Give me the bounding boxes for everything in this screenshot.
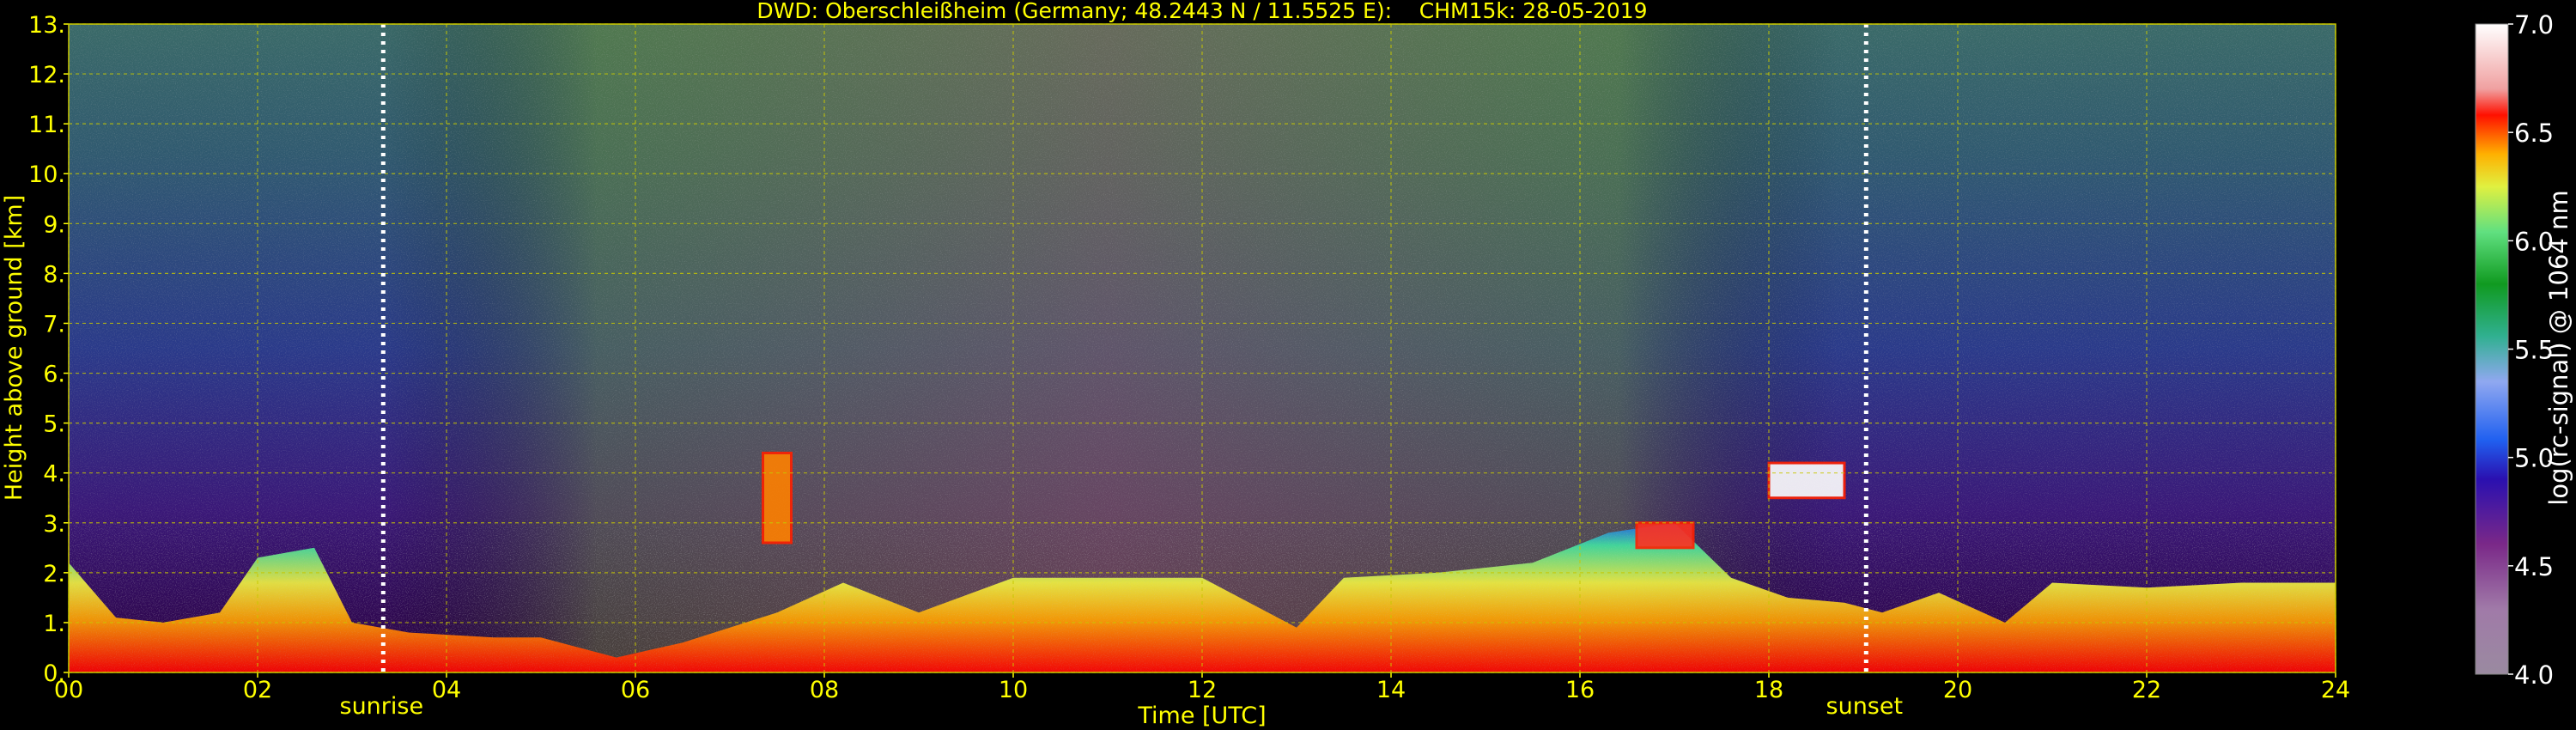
x-tick-label: 18 xyxy=(1754,677,1783,703)
y-axis: 0. 1. 2. 3. 4. 5. 6. 7. 8. 9. 10. 11. 12. 13. xyxy=(28,12,69,687)
cloud-patch xyxy=(1635,521,1695,550)
sun-marker-label: sunrise xyxy=(340,693,424,720)
x-axis-label: Time [UTC] xyxy=(1137,703,1266,729)
colorbar-tick-label: 4.0 xyxy=(2514,660,2554,690)
x-tick-label: 10 xyxy=(999,677,1028,703)
colorbar-tick-label: 5.5 xyxy=(2514,336,2554,365)
ceilometer-chart: sunrise sunset 00 02 04 06 08 10 12 14 16 18 20 22 24… xyxy=(1,0,2573,729)
colorbar-tick-label: 7.0 xyxy=(2514,10,2554,40)
y-tick-label: 2. xyxy=(43,561,65,587)
cloud-patch xyxy=(1767,461,1846,500)
x-tick-label: 16 xyxy=(1565,677,1595,703)
y-tick-label: 0. xyxy=(43,660,65,687)
colorbar-ticks: 4.0 4.5 5.0 5.5 6.0 6.5 7.0 xyxy=(2508,10,2554,690)
y-tick-label: 5. xyxy=(43,411,65,438)
y-tick-label: 8. xyxy=(43,261,65,288)
y-tick-label: 1. xyxy=(43,611,65,637)
x-tick-label: 24 xyxy=(2321,677,2350,703)
x-tick-label: 12 xyxy=(1188,677,1217,703)
x-tick-label: 14 xyxy=(1376,677,1406,703)
colorbar-tick-label: 5.0 xyxy=(2514,444,2554,473)
y-tick-label: 7. xyxy=(43,311,65,338)
x-tick-label: 20 xyxy=(1943,677,1972,703)
colorbar-tick-label: 6.0 xyxy=(2514,227,2554,256)
x-tick-label: 04 xyxy=(432,677,461,703)
cloud-patch xyxy=(762,451,793,544)
colorbar-tick-label: 6.5 xyxy=(2514,119,2554,148)
chart-title: DWD: Oberschleißheim (Germany; 48.2443 N… xyxy=(756,0,1647,23)
y-tick-label: 12. xyxy=(28,62,65,88)
x-tick-label: 02 xyxy=(243,677,272,703)
y-tick-label: 6. xyxy=(43,362,65,388)
y-tick-label: 11. xyxy=(28,112,65,138)
sun-marker-label: sunset xyxy=(1826,693,1904,720)
y-tick-label: 3. xyxy=(43,511,65,538)
y-tick-label: 13. xyxy=(28,12,65,39)
y-tick-label: 4. xyxy=(43,461,65,488)
x-tick-label: 06 xyxy=(621,677,650,703)
y-axis-label: Height above ground [km] xyxy=(1,195,27,501)
colorbar-tick-label: 4.5 xyxy=(2514,552,2554,581)
x-tick-label: 22 xyxy=(2132,677,2161,703)
x-tick-label: 08 xyxy=(810,677,839,703)
y-tick-label: 10. xyxy=(28,161,65,188)
y-tick-label: 9. xyxy=(43,211,65,238)
